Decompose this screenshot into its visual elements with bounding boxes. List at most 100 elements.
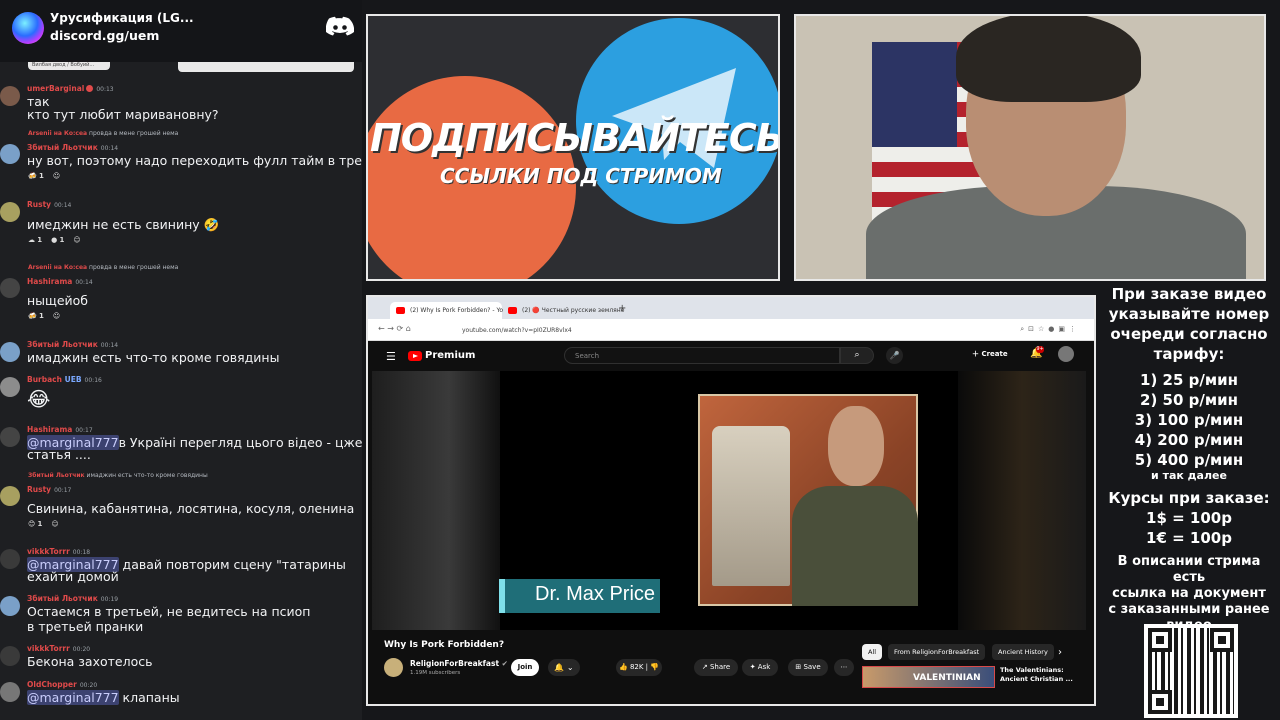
courses-title: Курсы при заказе: bbox=[1108, 489, 1270, 507]
avatar bbox=[0, 549, 20, 569]
username: Hashirama 00:17 bbox=[27, 425, 93, 434]
browser-window: (2) Why Is Pork Forbidden? - Yo (2) 🔴 Че… bbox=[366, 295, 1096, 706]
stream-layout: Урусификация (LG... discord.gg/uem Вилба… bbox=[0, 0, 1280, 720]
rate-line: 1€ = 100р bbox=[1146, 529, 1232, 547]
more-actions-icon[interactable]: ⋯ bbox=[834, 659, 854, 676]
username: Збитый Льотчик 00:19 bbox=[27, 594, 119, 603]
flag-canton bbox=[872, 42, 957, 147]
menu-icon[interactable]: ☰ bbox=[386, 350, 396, 363]
join-button[interactable]: Join bbox=[511, 659, 539, 676]
search-icon[interactable]: ⌕ bbox=[840, 347, 874, 364]
rate-line: 1$ = 100р bbox=[1146, 509, 1232, 527]
video-player[interactable]: Dr. Max Price bbox=[372, 371, 1086, 630]
avatar bbox=[0, 144, 20, 164]
browser-tab[interactable]: (2) 🔴 Честный русские земляне bbox=[502, 302, 624, 319]
channel-name[interactable]: ReligionForBreakfast ✔ bbox=[410, 659, 508, 668]
server-avatar bbox=[12, 12, 44, 44]
microphone-icon[interactable]: 🎤 bbox=[886, 347, 903, 364]
discord-header: Урусификация (LG... discord.gg/uem bbox=[0, 0, 362, 62]
reply-preview: Arsenii на Ко:сеа провда в мене грошей н… bbox=[28, 130, 179, 137]
chevron-right-icon[interactable]: › bbox=[1058, 647, 1062, 658]
reaction-bar[interactable]: 🍻 1 ☺ bbox=[28, 312, 69, 320]
chip-from-channel[interactable]: From ReligionForBreakfast bbox=[888, 644, 986, 660]
streamer-hair bbox=[956, 16, 1141, 102]
youtube-logo-label: Premium bbox=[425, 350, 476, 361]
discord-chat-panel: Урусификация (LG... discord.gg/uem Вилба… bbox=[0, 0, 362, 720]
nav-buttons[interactable]: ← → ⟳ ⌂ bbox=[378, 324, 411, 333]
youtube-logo-icon[interactable] bbox=[408, 351, 422, 361]
youtube-header: ☰ Premium Search ⌕ 🎤 ＋ Create 🔔 9+ bbox=[368, 341, 1094, 369]
username: Rusty 00:17 bbox=[27, 485, 72, 494]
strip-box bbox=[178, 62, 354, 72]
username: Rusty 00:14 bbox=[27, 200, 72, 209]
channel-avatar[interactable] bbox=[384, 658, 403, 677]
user-mention[interactable]: @marginal777 bbox=[27, 690, 119, 705]
subscribe-bell-button[interactable]: 🔔 ⌄ bbox=[548, 659, 580, 676]
intro-line: указывайте номер bbox=[1108, 305, 1270, 323]
intro-line: тарифу: bbox=[1153, 345, 1225, 363]
message-text-2: в третьей пранки bbox=[27, 619, 144, 634]
message-text: Остаемся в третьей, не ведитесь на псиоп bbox=[27, 604, 311, 619]
strip-label: Вилбая двод / Вобуий... bbox=[28, 62, 110, 70]
reaction-bar[interactable]: ☁ 1 ● 1 ☺ bbox=[28, 236, 90, 244]
tariff-line: 2) 50 р/мин bbox=[1140, 391, 1238, 409]
new-tab-icon[interactable]: + bbox=[618, 303, 626, 314]
discord-logo-icon bbox=[326, 16, 354, 36]
message-text-2: статья .... bbox=[27, 447, 91, 462]
intro-line: очереди согласно bbox=[1110, 325, 1268, 343]
message-text: имеджин не есть свинину 🤣 bbox=[27, 217, 220, 232]
reaction-bar[interactable]: 😊 1 ☺ bbox=[28, 520, 68, 528]
qr-code bbox=[1144, 624, 1238, 718]
account-avatar[interactable] bbox=[1058, 346, 1074, 362]
username: Burbach UEB 00:16 bbox=[27, 375, 102, 384]
avatar bbox=[0, 86, 20, 106]
subscriber-count: 1.19M subscribers bbox=[410, 670, 461, 676]
video-title: Why Is Pork Forbidden? bbox=[384, 640, 505, 650]
qr-finder bbox=[1148, 690, 1172, 714]
recommended-title[interactable]: The Valentinians: Ancient Christian ... bbox=[1000, 666, 1073, 684]
message-text-2: кто тут любит маривановну? bbox=[27, 107, 219, 122]
search-input[interactable]: Search bbox=[564, 347, 840, 364]
like-button[interactable]: 👍 82K | 👎 bbox=[616, 659, 662, 676]
banner-subline: ССЫЛКИ ПОД СТРИМОМ bbox=[440, 164, 722, 188]
reaction-bar[interactable]: 🍻 1 ☺ bbox=[28, 172, 69, 180]
recommended-thumbnail[interactable]: VALENTINIAN bbox=[862, 666, 995, 688]
share-button[interactable]: ↗ Share bbox=[694, 659, 738, 676]
chip-ancient-history[interactable]: Ancient History bbox=[992, 644, 1054, 660]
avatar bbox=[0, 486, 20, 506]
message-text: ну вот, поэтому надо переходить фулл тай… bbox=[27, 153, 362, 168]
browser-tab[interactable]: (2) Why Is Pork Forbidden? - Yo bbox=[390, 302, 503, 319]
video-blur-left bbox=[372, 371, 500, 630]
etc-line: и так далее bbox=[1151, 469, 1227, 482]
avatar bbox=[0, 682, 20, 702]
presenter-face bbox=[828, 406, 884, 486]
tariff-line: 1) 25 р/мин bbox=[1140, 371, 1238, 389]
order-info-panel: При заказе видео указывайте номер очеред… bbox=[1100, 284, 1278, 634]
extension-icons[interactable]: ⌕⊡☆●▣⋮ bbox=[1020, 325, 1080, 334]
server-name: Урусификация (LG... bbox=[50, 11, 194, 25]
note-line: ссылка на документ bbox=[1112, 586, 1266, 601]
youtube-favicon-icon bbox=[396, 307, 405, 314]
tariff-line: 3) 100 р/мин bbox=[1134, 411, 1244, 429]
reply-preview: Arsenii на Ко:сеа провда в мене грошей н… bbox=[28, 264, 179, 271]
note-line: В описании стрима есть bbox=[1117, 554, 1261, 585]
username: umerBarginal 00:13 bbox=[27, 84, 114, 93]
tariff-line: 4) 200 р/мин bbox=[1134, 431, 1244, 449]
username: vikkkTorrr 00:20 bbox=[27, 644, 91, 653]
message-text: ныщейоб bbox=[27, 293, 88, 308]
url-field[interactable]: youtube.com/watch?v=pI0ZUR8vlx4 bbox=[452, 323, 1094, 337]
username: Збитый Льотчик 00:14 bbox=[27, 143, 119, 152]
avatar bbox=[0, 377, 20, 397]
address-bar: ← → ⟳ ⌂ youtube.com/watch?v=pI0ZUR8vlx4 … bbox=[368, 319, 1094, 341]
avatar bbox=[0, 646, 20, 666]
browser-tab-strip: (2) Why Is Pork Forbidden? - Yo (2) 🔴 Че… bbox=[368, 297, 1094, 319]
invite-link[interactable]: discord.gg/uem bbox=[50, 28, 159, 43]
create-button[interactable]: ＋ Create bbox=[972, 349, 1008, 359]
ask-button[interactable]: ✦ Ask bbox=[742, 659, 778, 676]
save-button[interactable]: ⊞ Save bbox=[788, 659, 828, 676]
presenter-body bbox=[792, 486, 918, 606]
video-frame-photo bbox=[698, 394, 918, 606]
notification-badge: 9+ bbox=[1036, 346, 1044, 353]
chip-all[interactable]: All bbox=[862, 644, 883, 660]
message-text-2: ехайти домой bbox=[27, 569, 119, 584]
